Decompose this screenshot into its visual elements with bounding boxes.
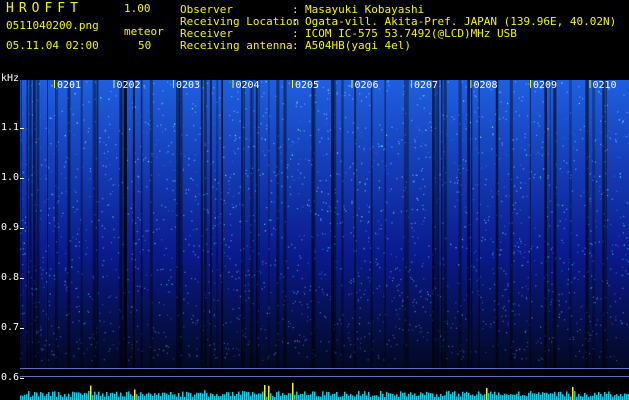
- receiver-colon: :: [292, 27, 299, 40]
- y-tick-mark: [20, 378, 24, 379]
- header-panel: HROFFT 1.00 0511040200.png 05.11.04 02:0…: [0, 0, 629, 74]
- baseline-line-0: [20, 368, 629, 369]
- receiver-value: ICOM IC-575 53.7492(@LCD)MHz USB: [305, 27, 517, 40]
- x-tick-mark: [530, 80, 531, 88]
- observer-value: Masayuki Kobayashi: [305, 3, 425, 16]
- app-title: HROFFT: [6, 1, 83, 16]
- x-tick-mark: [470, 80, 472, 88]
- x-tick-label: 0209: [533, 80, 558, 91]
- baseline-line-1: [20, 376, 629, 377]
- y-tick-label: 0.7: [1, 322, 20, 333]
- x-tick-mark: [113, 80, 115, 88]
- observer-colon: :: [292, 3, 299, 16]
- y-tick-mark: [20, 278, 24, 279]
- antenna-colon: :: [292, 39, 299, 52]
- x-tick-label: 0201: [57, 80, 82, 91]
- x-tick-mark: [232, 80, 234, 88]
- x-tick-mark: [54, 80, 55, 88]
- antenna-value: A504HB(yagi 4el): [305, 39, 411, 52]
- x-tick-label: 0207: [414, 80, 439, 91]
- observer-label: Observer: [180, 3, 233, 16]
- x-tick-label: 0205: [295, 80, 320, 91]
- x-tick-label: 0202: [116, 80, 141, 91]
- location-colon: :: [292, 15, 299, 28]
- x-tick-mark: [292, 80, 293, 88]
- x-tick-mark: [351, 80, 353, 88]
- x-tick-label: 0210: [592, 80, 617, 91]
- spectrogram-plot: [20, 80, 629, 400]
- antenna-label: Receiving antenna: [180, 39, 293, 52]
- x-tick-mark: [589, 80, 591, 88]
- location-value: Ogata-vill. Akita-Pref. JAPAN (139.96E, …: [305, 15, 617, 28]
- meteor-count: 50: [138, 39, 152, 52]
- location-label: Receiving Location: [180, 15, 300, 28]
- detection-mode: meteor: [124, 25, 164, 38]
- x-tick-label: 0203: [176, 80, 201, 91]
- x-tick-mark: [411, 80, 412, 88]
- y-tick-mark: [20, 128, 24, 129]
- x-tick-mark: [173, 80, 174, 88]
- y-tick-label: 0.6: [1, 372, 20, 383]
- observation-datetime: 05.11.04 02:00: [6, 39, 99, 52]
- spectrogram-canvas: [20, 80, 629, 400]
- x-tick-label: 0206: [354, 80, 379, 91]
- y-tick-mark: [20, 228, 24, 229]
- app-version: 1.00: [124, 2, 151, 15]
- image-filename: 0511040200.png: [6, 19, 99, 32]
- x-tick-label: 0208: [473, 80, 498, 91]
- y-tick-mark: [20, 178, 24, 179]
- receiver-label: Receiver: [180, 27, 233, 40]
- y-tick-label: 1.1: [1, 122, 20, 133]
- y-tick-label: 0.9: [1, 222, 20, 233]
- y-tick-label: 0.8: [1, 272, 20, 283]
- x-tick-label: 0204: [235, 80, 260, 91]
- y-axis-unit: kHz: [1, 73, 20, 84]
- y-tick-label: 1.0: [1, 172, 20, 183]
- y-tick-mark: [20, 328, 24, 329]
